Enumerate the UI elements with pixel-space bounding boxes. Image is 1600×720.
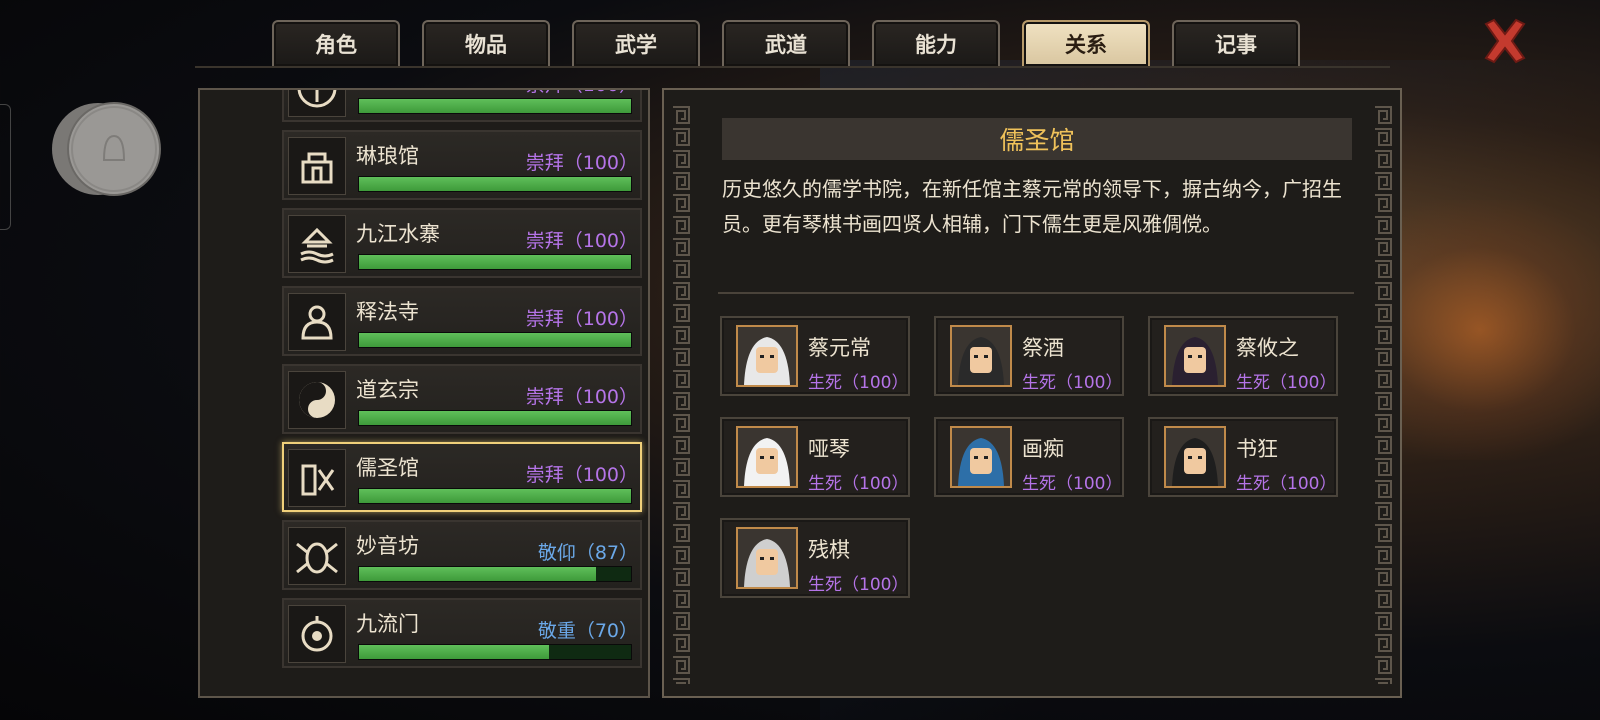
relation-bar-fill (359, 255, 631, 269)
character-name: 书狂 (1236, 437, 1278, 461)
character-name: 画痴 (1022, 437, 1064, 461)
sect-item[interactable]: 儒圣馆 崇拜（100） (282, 442, 642, 512)
relation-bar (358, 644, 632, 660)
character-card[interactable]: 书狂生死（100） (1148, 417, 1338, 497)
tab-relations[interactable]: 关系 (1022, 20, 1150, 66)
character-portrait (1164, 325, 1226, 387)
tab-bar: 角色 物品 武学 武道 能力 关系 记事 (272, 20, 1300, 68)
character-card[interactable]: 蔡攸之生死（100） (1148, 316, 1338, 396)
character-name: 蔡攸之 (1236, 336, 1299, 360)
relation-bar-fill (359, 99, 631, 113)
sect-relation: 敬仰（87） (537, 542, 638, 564)
relation-bar (358, 566, 632, 582)
sect-list: 万合山庄崇拜（100）琳琅馆崇拜（100）九江水寨崇拜（100）释法寺崇拜（10… (282, 90, 644, 676)
sect-emblem-icon (288, 527, 346, 585)
right-border-pattern (1372, 104, 1394, 684)
relation-bar (358, 488, 632, 504)
sect-emblem-icon (288, 449, 346, 507)
avatar-icon (52, 102, 161, 196)
sect-name: 万合山庄 (356, 90, 440, 92)
character-relation: 生死（100） (1236, 474, 1337, 494)
close-button[interactable] (1478, 14, 1532, 68)
character-name: 祭酒 (1022, 336, 1064, 360)
sect-relation: 崇拜（100） (525, 386, 638, 408)
relation-bar (358, 410, 632, 426)
tab-character[interactable]: 角色 (272, 20, 400, 66)
tab-underline (195, 66, 1390, 68)
sect-emblem-icon (288, 293, 346, 351)
relation-bar (358, 176, 632, 192)
sect-item[interactable]: 琳琅馆 崇拜（100） (282, 130, 642, 200)
sect-name: 九流门 (356, 612, 419, 636)
relation-bar (358, 98, 632, 114)
relation-bar-fill (359, 567, 596, 581)
relation-bar-fill (359, 333, 631, 347)
sect-relation: 崇拜（100） (525, 152, 638, 174)
sect-emblem-icon (288, 90, 346, 117)
relation-bar (358, 254, 632, 270)
sect-name: 儒圣馆 (356, 456, 419, 480)
sect-relation: 敬重（70） (537, 620, 638, 642)
divider (718, 292, 1354, 294)
character-card[interactable]: 蔡元常生死（100） (720, 316, 910, 396)
sect-name: 妙音坊 (356, 534, 419, 558)
character-portrait (736, 325, 798, 387)
sect-detail-panel: 儒圣馆 历史悠久的儒学书院，在新任馆主蔡元常的领导下，摒古纳今，广招生员。更有琴… (662, 88, 1402, 698)
sect-relation: 崇拜（100） (525, 308, 638, 330)
character-relation: 生死（100） (1022, 373, 1123, 393)
relation-bar-fill (359, 177, 631, 191)
tab-martial-arts[interactable]: 武学 (572, 20, 700, 66)
character-relation: 生死（100） (1022, 474, 1123, 494)
sect-name: 九江水寨 (356, 222, 440, 246)
character-portrait (1164, 426, 1226, 488)
character-portrait (736, 527, 798, 589)
sect-item[interactable]: 九江水寨 崇拜（100） (282, 208, 642, 278)
sect-title: 儒圣馆 (722, 118, 1352, 160)
tab-items[interactable]: 物品 (422, 20, 550, 66)
sect-item[interactable]: 释法寺 崇拜（100） (282, 286, 642, 356)
side-handle[interactable] (0, 104, 11, 230)
sect-item[interactable]: 道玄宗 崇拜（100） (282, 364, 642, 434)
character-portrait (736, 426, 798, 488)
sect-description: 历史悠久的儒学书院，在新任馆主蔡元常的领导下，摒古纳今，广招生员。更有琴棋书画四… (722, 177, 1342, 236)
character-card[interactable]: 残棋生死（100） (720, 518, 910, 598)
character-card[interactable]: 祭酒生死（100） (934, 316, 1124, 396)
character-card[interactable]: 哑琴生死（100） (720, 417, 910, 497)
sect-relation: 崇拜（100） (525, 230, 638, 252)
sect-item[interactable]: 九流门 敬重（70） (282, 598, 642, 668)
close-icon (1484, 18, 1526, 64)
sect-emblem-icon (288, 605, 346, 663)
avatar[interactable] (48, 100, 164, 198)
tab-records[interactable]: 记事 (1172, 20, 1300, 66)
character-name: 哑琴 (808, 437, 850, 461)
left-border-pattern (670, 104, 692, 684)
sect-item[interactable]: 妙音坊 敬仰（87） (282, 520, 642, 590)
character-portrait (950, 426, 1012, 488)
character-portrait (950, 325, 1012, 387)
sect-name: 琳琅馆 (356, 144, 419, 168)
character-relation: 生死（100） (808, 373, 909, 393)
sect-emblem-icon (288, 371, 346, 429)
sect-relation: 崇拜（100） (526, 90, 638, 97)
tab-abilities[interactable]: 能力 (872, 20, 1000, 66)
character-name: 蔡元常 (808, 336, 871, 360)
sect-emblem-icon (288, 215, 346, 273)
sect-emblem-icon (288, 137, 346, 195)
relation-bar-fill (359, 411, 631, 425)
character-relation: 生死（100） (808, 474, 909, 494)
relation-bar-fill (359, 645, 550, 659)
character-relation: 生死（100） (808, 575, 909, 595)
character-card[interactable]: 画痴生死（100） (934, 417, 1124, 497)
sect-list-panel[interactable]: 万合山庄崇拜（100）琳琅馆崇拜（100）九江水寨崇拜（100）释法寺崇拜（10… (198, 88, 650, 698)
relation-bar (358, 332, 632, 348)
character-relation: 生死（100） (1236, 373, 1337, 393)
tab-martial-path[interactable]: 武道 (722, 20, 850, 66)
sect-name: 道玄宗 (356, 378, 419, 402)
character-name: 残棋 (808, 538, 850, 562)
relation-bar-fill (359, 489, 631, 503)
sect-relation: 崇拜（100） (525, 464, 638, 486)
sect-name: 释法寺 (356, 300, 419, 324)
sect-item[interactable]: 万合山庄 崇拜（100） (282, 90, 642, 122)
